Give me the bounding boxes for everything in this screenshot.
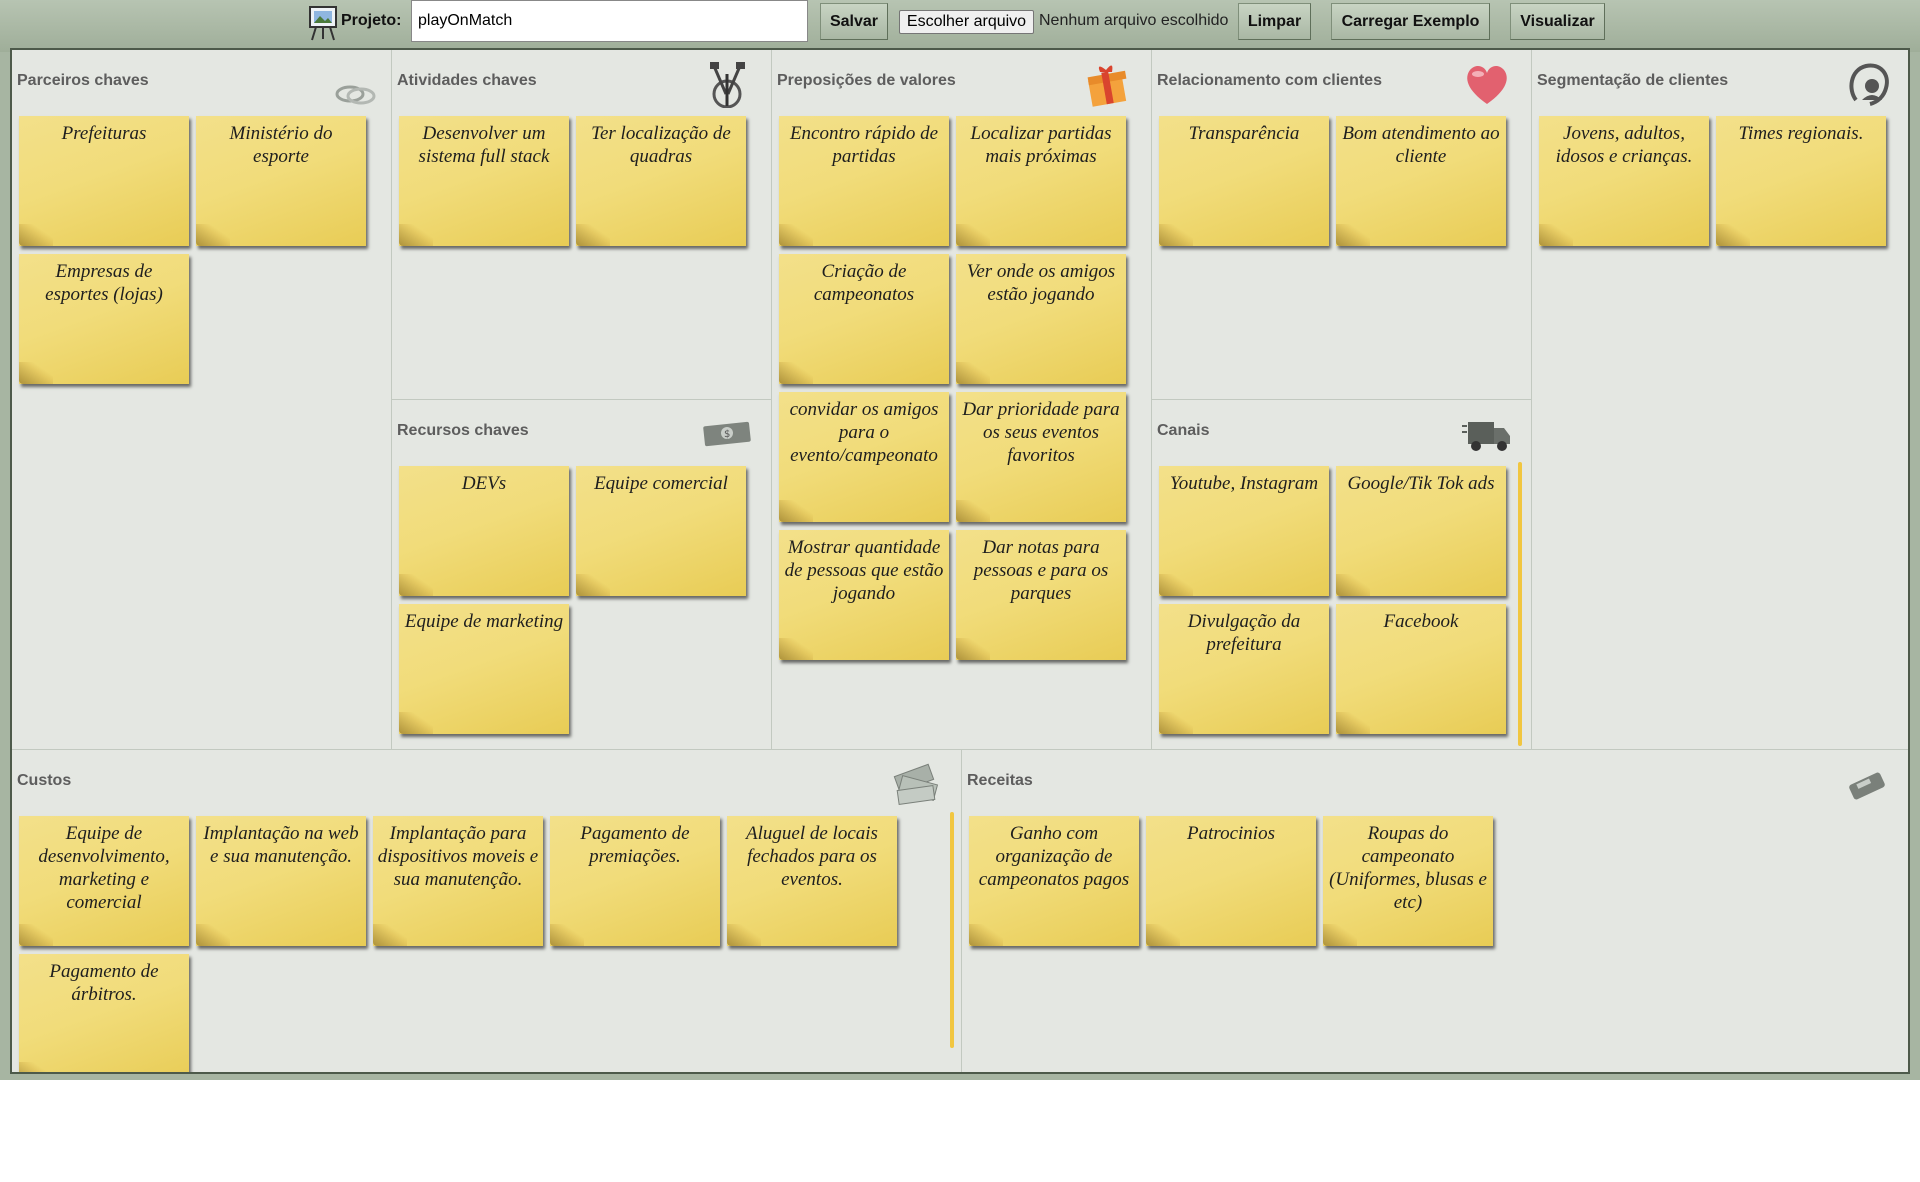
sticky-note[interactable]: Equipe comercial bbox=[576, 466, 746, 596]
sticky-note[interactable]: Divulgação da prefeitura bbox=[1159, 604, 1329, 734]
sticky-note[interactable]: Encontro rápido de partidas bbox=[779, 116, 949, 246]
project-label: Projeto: bbox=[341, 12, 402, 29]
heart-icon bbox=[1467, 66, 1507, 104]
sticky-note[interactable]: Bom atendimento ao cliente bbox=[1336, 116, 1506, 246]
svg-text:$: $ bbox=[724, 429, 730, 440]
sticky-note[interactable]: Implantação para dispositivos moveis e s… bbox=[373, 816, 543, 946]
sticky-note[interactable]: Dar notas para pessoas e para os parques bbox=[956, 530, 1126, 660]
card-machine-icon bbox=[1849, 772, 1885, 800]
sticky-note[interactable]: Desenvolver um sistema full stack bbox=[399, 116, 569, 246]
section-key-resources: Recursos chaves $ DEVs Equipe comercial … bbox=[392, 400, 772, 750]
sticky-note[interactable]: Aluguel de locais fechados para os event… bbox=[727, 816, 897, 946]
sticky-note[interactable]: Mostrar quantidade de pessoas que estão … bbox=[779, 530, 949, 660]
section-customer-segments: Segmentação de clientes Jovens, adultos,… bbox=[1532, 50, 1908, 750]
section-customer-relationships: Relacionamento com clientes Transparênci… bbox=[1152, 50, 1532, 400]
section-title: Preposições de valores bbox=[777, 72, 956, 89]
section-title: Receitas bbox=[967, 772, 1033, 789]
business-model-canvas: Parceiros chaves Prefeituras Ministério … bbox=[10, 48, 1910, 1074]
easel-icon bbox=[309, 6, 337, 41]
sticky-note[interactable]: DEVs bbox=[399, 466, 569, 596]
truck-icon bbox=[1462, 422, 1510, 451]
clear-button[interactable]: Limpar bbox=[1238, 3, 1311, 40]
channels-scrollbar[interactable] bbox=[1518, 462, 1522, 746]
gift-icon bbox=[1087, 65, 1127, 107]
tools-icon bbox=[710, 62, 745, 108]
sticky-note[interactable]: Pagamento de premiações. bbox=[550, 816, 720, 946]
sticky-note[interactable]: Ganho com organização de campeonatos pag… bbox=[969, 816, 1139, 946]
section-title: Recursos chaves bbox=[397, 422, 529, 439]
sticky-note[interactable]: convidar os amigos para o evento/campeon… bbox=[779, 392, 949, 522]
costs-scrollbar[interactable] bbox=[950, 812, 954, 1048]
section-title: Segmentação de clientes bbox=[1537, 72, 1729, 89]
section-title: Atividades chaves bbox=[397, 72, 537, 89]
sticky-note[interactable]: Pagamento de árbitros. bbox=[19, 954, 189, 1072]
load-example-button[interactable]: Carregar Exemplo bbox=[1331, 3, 1490, 40]
sticky-note[interactable]: Facebook bbox=[1336, 604, 1506, 734]
section-title: Custos bbox=[17, 772, 72, 789]
sticky-note[interactable]: Youtube, Instagram bbox=[1159, 466, 1329, 596]
section-key-partners: Parceiros chaves Prefeituras Ministério … bbox=[12, 50, 392, 750]
sticky-note[interactable]: Empresas de esportes (lojas) bbox=[19, 254, 189, 384]
sticky-note[interactable]: Roupas do campeonato (Uniformes, blusas … bbox=[1323, 816, 1493, 946]
sticky-note[interactable]: Jovens, adultos, idosos e crianças. bbox=[1539, 116, 1709, 246]
sticky-note[interactable]: Equipe de marketing bbox=[399, 604, 569, 734]
rings-icon bbox=[335, 85, 376, 105]
sticky-note[interactable]: Ter localização de quadras bbox=[576, 116, 746, 246]
sticky-note[interactable]: Criação de campeonatos bbox=[779, 254, 949, 384]
sticky-note[interactable]: Ministério do esporte bbox=[196, 116, 366, 246]
section-costs: Custos Equipe de desenvolvimento, market… bbox=[12, 750, 962, 1072]
section-key-activities: Atividades chaves Desenvolver um sistema… bbox=[392, 50, 772, 400]
sticky-note[interactable]: Ver onde os amigos estão jogando bbox=[956, 254, 1126, 384]
section-channels: Canais Youtube, Instagram Google/Tik Tok… bbox=[1152, 400, 1532, 750]
sticky-note[interactable]: Prefeituras bbox=[19, 116, 189, 246]
sticky-note[interactable]: Equipe de desenvolvimento, marketing e c… bbox=[19, 816, 189, 946]
view-button[interactable]: Visualizar bbox=[1510, 3, 1605, 40]
sticky-note[interactable]: Times regionais. bbox=[1716, 116, 1886, 246]
cash-pile-icon bbox=[893, 763, 939, 806]
file-status-text: Nenhum arquivo escolhido bbox=[1039, 12, 1229, 29]
sticky-note[interactable]: Implantação na web e sua manutenção. bbox=[196, 816, 366, 946]
choose-file-button[interactable]: Escolher arquivo bbox=[899, 10, 1034, 34]
sticky-note[interactable]: Localizar partidas mais próximas bbox=[956, 116, 1126, 246]
sticky-note[interactable]: Google/Tik Tok ads bbox=[1336, 466, 1506, 596]
save-button[interactable]: Salvar bbox=[820, 3, 888, 40]
toolbar: Projeto: Salvar Escolher arquivo Nenhum … bbox=[0, 0, 1920, 52]
section-value-propositions: Preposições de valores Encontro rápido d… bbox=[772, 50, 1152, 750]
money-bill-icon: $ bbox=[703, 421, 751, 447]
project-name-input[interactable] bbox=[411, 0, 808, 42]
section-title: Canais bbox=[1157, 422, 1210, 439]
section-title: Relacionamento com clientes bbox=[1157, 72, 1382, 89]
sticky-note[interactable]: Dar prioridade para os seus eventos favo… bbox=[956, 392, 1126, 522]
mother-child-icon bbox=[1849, 63, 1889, 106]
sticky-note[interactable]: Patrocinios bbox=[1146, 816, 1316, 946]
section-title: Parceiros chaves bbox=[17, 72, 149, 89]
sticky-note[interactable]: Transparência bbox=[1159, 116, 1329, 246]
section-revenue: Receitas Ganho com organização de campeo… bbox=[962, 750, 1908, 1072]
